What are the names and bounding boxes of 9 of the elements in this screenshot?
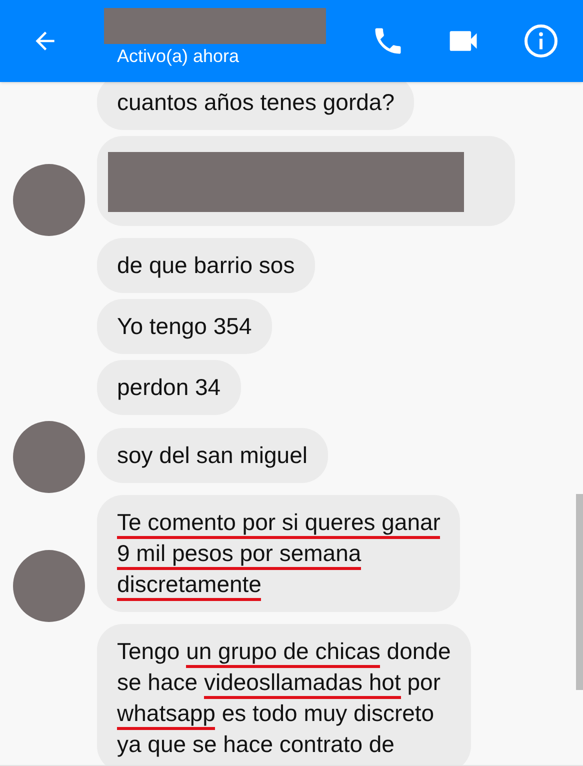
message-bubble: Tengo un grupo de chicas donde se hace videosllamadas hot por whatsapp es todo muy discreto ya que se hace contrato de (97, 624, 471, 765)
message-bubble: perdon 34 (97, 360, 241, 415)
message-bubble: Yo tengo 354 (97, 299, 272, 354)
info-icon[interactable] (523, 23, 559, 59)
message-bubble: Te comento por si queres ganar 9 mil pesos por semana discretamente (97, 495, 460, 612)
message-bubble: soy del san miguel (97, 428, 328, 483)
scrollbar[interactable] (576, 494, 583, 690)
message-bubble: de que barrio sos (97, 238, 315, 293)
active-status: Activo(a) ahora (117, 45, 240, 68)
